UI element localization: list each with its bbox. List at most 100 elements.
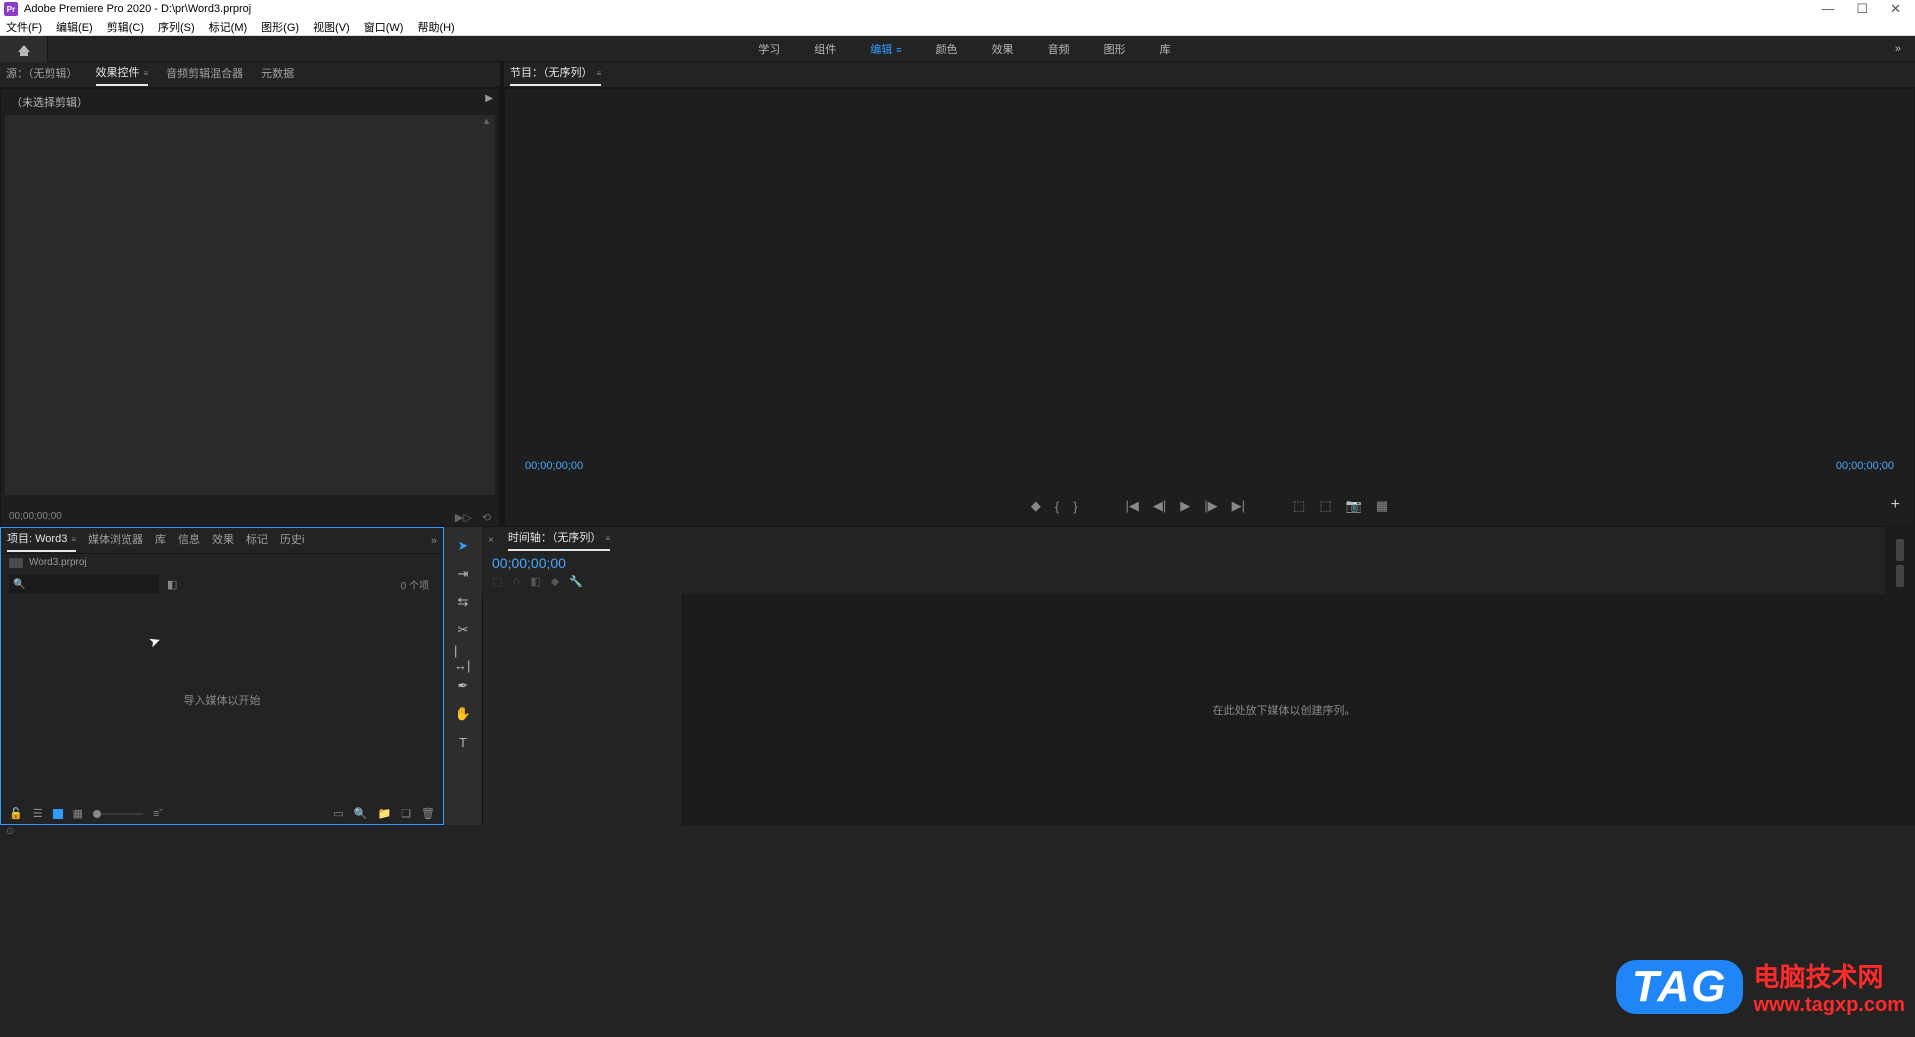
find-icon[interactable]: 🔍 [354, 807, 368, 820]
goto-in-icon[interactable]: |◀ [1126, 498, 1139, 514]
menu-markers[interactable]: 标记(M) [209, 19, 248, 35]
filter-bin-icon[interactable]: ◧ [167, 578, 177, 591]
loop-icon[interactable]: ⟲ [482, 511, 491, 524]
freeform-view-icon[interactable]: ▦ [73, 807, 83, 820]
settings-icon[interactable]: 🔧 [569, 575, 583, 588]
menu-sequence[interactable]: 序列(S) [158, 19, 195, 35]
workspace-overflow[interactable]: » [1881, 43, 1915, 55]
cursor-icon: ➤ [146, 632, 163, 652]
icon-view-icon[interactable] [53, 809, 63, 819]
razor-tool-icon[interactable]: ✂ [454, 621, 472, 639]
tab-program[interactable]: 节目：（无序列）≡ [510, 64, 601, 86]
slip-tool-icon[interactable]: |↔| [454, 649, 472, 667]
tab-media-browser[interactable]: 媒体浏览器 [88, 531, 143, 551]
source-timecode: 00;00;00;00 [9, 511, 62, 522]
workspace-libraries[interactable]: 库 [1156, 35, 1175, 63]
menu-window[interactable]: 窗口(W) [364, 19, 404, 35]
in-point-icon[interactable]: { [1055, 499, 1059, 514]
new-item-icon[interactable]: ❏ [401, 807, 411, 820]
hand-tool-icon[interactable]: ✋ [454, 705, 472, 723]
type-tool-icon[interactable]: T [454, 733, 472, 751]
timeline-tracks-area[interactable]: 在此处放下媒体以创建序列。 [683, 594, 1885, 825]
bin-icon [9, 558, 23, 568]
tab-markers[interactable]: 标记 [246, 531, 268, 551]
add-marker-icon[interactable]: ◧ [530, 575, 540, 588]
goto-out-icon[interactable]: ▶| [1232, 498, 1245, 514]
search-input[interactable]: 🔍 [9, 575, 159, 593]
tab-project[interactable]: 项目: Word3≡ [7, 530, 76, 552]
play-only-icon[interactable]: ▶▷ [455, 511, 472, 524]
ripple-edit-tool-icon[interactable]: ⇆ [454, 593, 472, 611]
workspace-audio[interactable]: 音频 [1044, 35, 1074, 63]
close-button[interactable]: ✕ [1890, 1, 1901, 17]
lift-icon[interactable]: ⬚ [1293, 498, 1305, 514]
new-bin-icon[interactable]: 📁 [377, 807, 391, 820]
step-forward-icon[interactable]: |▶ [1204, 498, 1217, 514]
sort-icon[interactable]: ≡ˇ [153, 808, 163, 820]
menu-clip[interactable]: 剪辑(C) [107, 19, 144, 35]
home-button[interactable] [0, 36, 48, 62]
source-no-clip-label: （未选择剪辑） ▶ [1, 89, 499, 115]
items-count: 0 个项 [401, 577, 429, 592]
scroll-up-icon[interactable]: ▲ [482, 116, 491, 126]
tab-info[interactable]: 信息 [178, 531, 200, 551]
menu-help[interactable]: 帮助(H) [417, 19, 454, 35]
play-icon[interactable]: ▶ [1180, 498, 1190, 514]
pen-tool-icon[interactable]: ✒ [454, 677, 472, 695]
home-icon [18, 45, 30, 52]
expand-icon[interactable]: ▶ [485, 93, 493, 104]
menu-file[interactable]: 文件(F) [6, 19, 42, 35]
menu-edit[interactable]: 编辑(E) [56, 19, 93, 35]
trash-icon[interactable]: 🗑 [421, 807, 435, 820]
tab-overflow-icon[interactable]: » [431, 535, 437, 547]
project-bin-body[interactable]: ➤ 导入媒体以开始 [1, 597, 443, 803]
timeline-close-icon[interactable]: × [488, 535, 494, 546]
menu-view[interactable]: 视图(V) [313, 19, 350, 35]
marker-icon[interactable]: ◆ [1031, 498, 1041, 514]
project-panel: 项目: Word3≡ 媒体浏览器 库 信息 效果 标记 历史i » Word3.… [0, 527, 444, 825]
export-frame-icon[interactable]: 📷 [1346, 498, 1362, 514]
tab-history[interactable]: 历史i [280, 531, 304, 551]
comparison-icon[interactable]: ▦ [1376, 498, 1388, 514]
statusbar: ⊙ [0, 825, 1915, 837]
timeline-panel: × 时间轴：（无序列）≡ 00;00;00;00 ⬚ ∩ ◧ ◆ 🔧 在此处放下… [482, 527, 1885, 825]
track-select-tool-icon[interactable]: ⇥ [454, 565, 472, 583]
extract-icon[interactable]: ⬚ [1319, 498, 1331, 514]
snap-icon[interactable]: ⬚ [492, 575, 502, 588]
zoom-slider[interactable] [93, 813, 143, 815]
tab-effects[interactable]: 效果 [212, 531, 234, 551]
workspace-learning[interactable]: 学习 [754, 35, 784, 63]
out-point-icon[interactable]: } [1073, 499, 1077, 514]
meter-thumb [1896, 539, 1904, 561]
timeline-timecode[interactable]: 00;00;00;00 [482, 553, 1885, 573]
titlebar: Pr Adobe Premiere Pro 2020 - D:\pr\Word3… [0, 0, 1915, 18]
tab-source[interactable]: 源：（无剪辑） [6, 65, 78, 85]
menu-graphics[interactable]: 图形(G) [261, 19, 299, 35]
tab-timeline[interactable]: 时间轴：（无序列）≡ [508, 529, 610, 551]
maximize-button[interactable]: ☐ [1856, 1, 1868, 17]
auto-media-icon[interactable]: ▭ [333, 807, 343, 820]
workspace-graphics[interactable]: 图形 [1100, 35, 1130, 63]
workspace-color[interactable]: 颜色 [932, 35, 962, 63]
add-button-icon[interactable]: + [1891, 496, 1900, 514]
app-icon: Pr [4, 2, 18, 16]
workspace-effects[interactable]: 效果 [988, 35, 1018, 63]
tab-metadata[interactable]: 元数据 [261, 65, 294, 85]
program-panel-group: 节目：（无序列）≡ 00;00;00;00 00;00;00;00 ◆ { } … [504, 62, 1915, 527]
tab-libraries[interactable]: 库 [155, 531, 166, 551]
selection-tool-icon[interactable]: ➤ [454, 537, 472, 555]
linked-selection-icon[interactable]: ∩ [512, 575, 520, 588]
lock-icon[interactable]: 🔓 [9, 807, 23, 820]
watermark-text: 电脑技术网 [1753, 957, 1905, 994]
marker-tl-icon[interactable]: ◆ [551, 575, 559, 588]
workspace-editing[interactable]: 编辑≡ [866, 35, 905, 63]
step-back-icon[interactable]: ◀| [1153, 498, 1166, 514]
program-tc-right: 00;00;00;00 [1836, 460, 1894, 472]
tab-effect-controls[interactable]: 效果控件≡ [96, 64, 149, 86]
minimize-button[interactable]: — [1821, 1, 1834, 17]
watermark-url: www.tagxp.com [1753, 994, 1905, 1017]
track-header-area [483, 594, 683, 825]
workspace-assembly[interactable]: 组件 [810, 35, 840, 63]
list-view-icon[interactable]: ☰ [33, 807, 43, 820]
tab-audio-mixer[interactable]: 音频剪辑混合器 [166, 65, 243, 85]
